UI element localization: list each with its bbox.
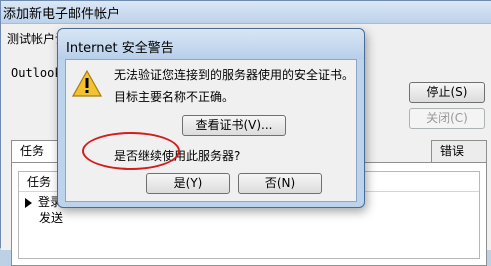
stop-button[interactable]: 停止(S) xyxy=(409,82,485,103)
internet-security-warning-dialog: Internet 安全警告 无法验证您连接到的服务器使用的安全证书。 目标主要名… xyxy=(57,28,365,208)
highlight-circle-annotation xyxy=(82,132,180,170)
cert-warning-message: 无法验证您连接到的服务器使用的安全证书。 xyxy=(114,68,355,82)
warning-icon xyxy=(72,70,102,97)
dialog-title: Internet 安全警告 xyxy=(66,41,174,56)
current-task-arrow-icon xyxy=(25,197,32,208)
dialog-titlebar[interactable]: Internet 安全警告 xyxy=(58,29,364,59)
dialog-client: 无法验证您连接到的服务器使用的安全证书。 目标主要名称不正确。 查看证书(V).… xyxy=(65,59,357,202)
window-title: 添加新电子邮件帐户 xyxy=(3,7,121,22)
window-titlebar[interactable]: 添加新电子邮件帐户 xyxy=(1,1,491,23)
outlook-status-label: Outlook xyxy=(11,66,62,80)
yes-button[interactable]: 是(Y) xyxy=(146,173,230,194)
view-certificate-button[interactable]: 查看证书(V)... xyxy=(182,115,286,136)
list-item: 发送 xyxy=(39,210,63,226)
list-item-label: 发送 xyxy=(39,211,64,225)
close-button[interactable]: 关闭(C) xyxy=(409,108,485,129)
tab-errors[interactable]: 错误 xyxy=(431,140,487,162)
cert-warning-detail: 目标主要名称不正确。 xyxy=(114,90,235,104)
no-button[interactable]: 否(N) xyxy=(238,173,322,194)
